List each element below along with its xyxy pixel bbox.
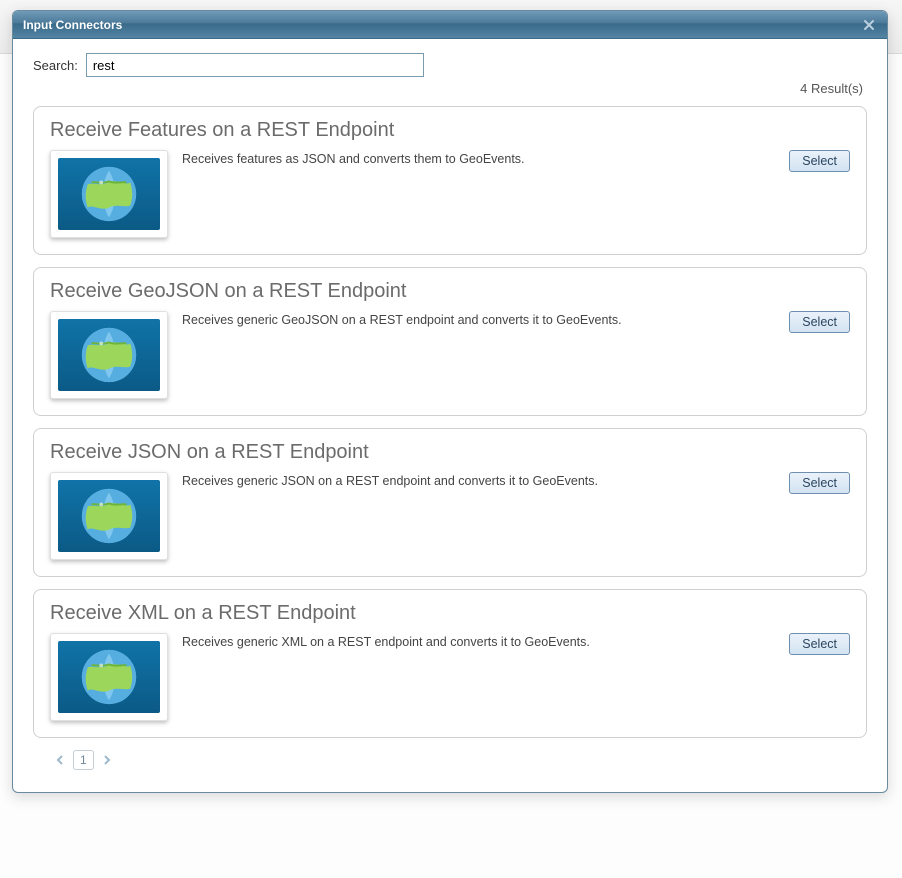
pager-page-current[interactable]: 1: [73, 750, 94, 770]
search-row: Search:: [33, 53, 867, 77]
input-connectors-dialog: Input Connectors Search: 4 Result(s) Rec…: [12, 10, 888, 793]
connector-title: Receive XML on a REST Endpoint: [50, 602, 850, 625]
globe-thumbnail-icon: [50, 633, 168, 721]
search-label: Search:: [33, 58, 78, 73]
close-icon[interactable]: [861, 17, 877, 33]
connector-title: Receive GeoJSON on a REST Endpoint: [50, 280, 850, 303]
connector-card: Receive Features on a REST Endpoint Rece…: [33, 106, 867, 255]
connector-card: Receive GeoJSON on a REST Endpoint Recei…: [33, 267, 867, 416]
select-button[interactable]: Select: [789, 311, 850, 333]
dialog-titlebar: Input Connectors: [13, 11, 887, 39]
dialog-title: Input Connectors: [23, 18, 122, 32]
connector-description: Receives features as JSON and converts t…: [182, 150, 775, 166]
connector-description: Receives generic JSON on a REST endpoint…: [182, 472, 775, 488]
connector-title: Receive Features on a REST Endpoint: [50, 119, 850, 142]
pager-prev-icon[interactable]: [53, 753, 67, 768]
result-count: 4 Result(s): [33, 81, 863, 96]
globe-thumbnail-icon: [50, 150, 168, 238]
pager-next-icon[interactable]: [100, 753, 114, 768]
select-button[interactable]: Select: [789, 472, 850, 494]
connector-card: Receive JSON on a REST Endpoint Receives…: [33, 428, 867, 577]
connector-title: Receive JSON on a REST Endpoint: [50, 441, 850, 464]
select-button[interactable]: Select: [789, 150, 850, 172]
globe-thumbnail-icon: [50, 472, 168, 560]
connector-card: Receive XML on a REST Endpoint Receives …: [33, 589, 867, 738]
pager: 1: [53, 750, 867, 770]
connector-description: Receives generic GeoJSON on a REST endpo…: [182, 311, 775, 327]
connector-description: Receives generic XML on a REST endpoint …: [182, 633, 775, 649]
select-button[interactable]: Select: [789, 633, 850, 655]
dialog-body: Search: 4 Result(s) Receive Features on …: [13, 39, 887, 792]
search-input[interactable]: [86, 53, 424, 77]
globe-thumbnail-icon: [50, 311, 168, 399]
